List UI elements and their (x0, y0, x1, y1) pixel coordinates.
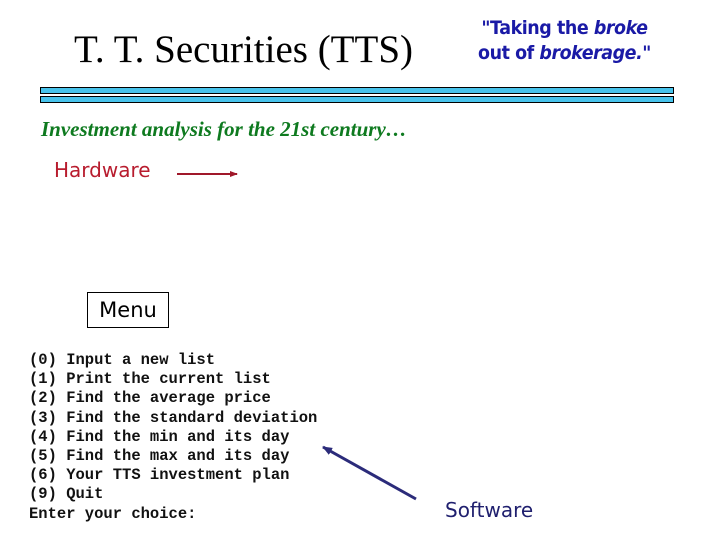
slogan-line1-prefix: "Taking the (481, 17, 594, 39)
menu-option-1: (1) Print the current list (29, 370, 271, 389)
title-divider-bottom (40, 96, 674, 103)
title-divider-top (40, 87, 674, 94)
choice-prompt: Enter your choice: (29, 504, 197, 523)
menu-option-0: (0) Input a new list (29, 351, 216, 369)
slogan-line1-emphasis: broke (593, 17, 648, 39)
menu-option-4: (4) Find the min and its day (29, 427, 290, 446)
page-title: T. T. Securities (TTS) (74, 28, 414, 71)
hardware-label: Hardware (54, 158, 151, 182)
slogan-line2-suffix: " (642, 42, 651, 64)
menu-option-9: (9) Quit (29, 485, 104, 504)
menu-label-box: Menu (87, 292, 169, 328)
menu-option-5: (5) Find the max and its day (29, 447, 290, 466)
menu-option-2: (2) Find the average price (29, 389, 271, 408)
console-menu: (0) Input a new list (1) Print the curren… (29, 351, 317, 524)
software-label: Software (445, 498, 534, 522)
slogan-line2-prefix: out of (478, 42, 540, 64)
slogan-line2-emphasis: brokerage. (539, 42, 643, 64)
menu-option-6: (6) Your TTS investment plan (29, 466, 290, 485)
menu-option-3: (3) Find the standard deviation (29, 408, 318, 427)
software-arrow-icon (322, 445, 417, 501)
slogan: "Taking the broke out of brokerage." (478, 16, 651, 66)
subtitle: Investment analysis for the 21st century… (41, 117, 407, 141)
